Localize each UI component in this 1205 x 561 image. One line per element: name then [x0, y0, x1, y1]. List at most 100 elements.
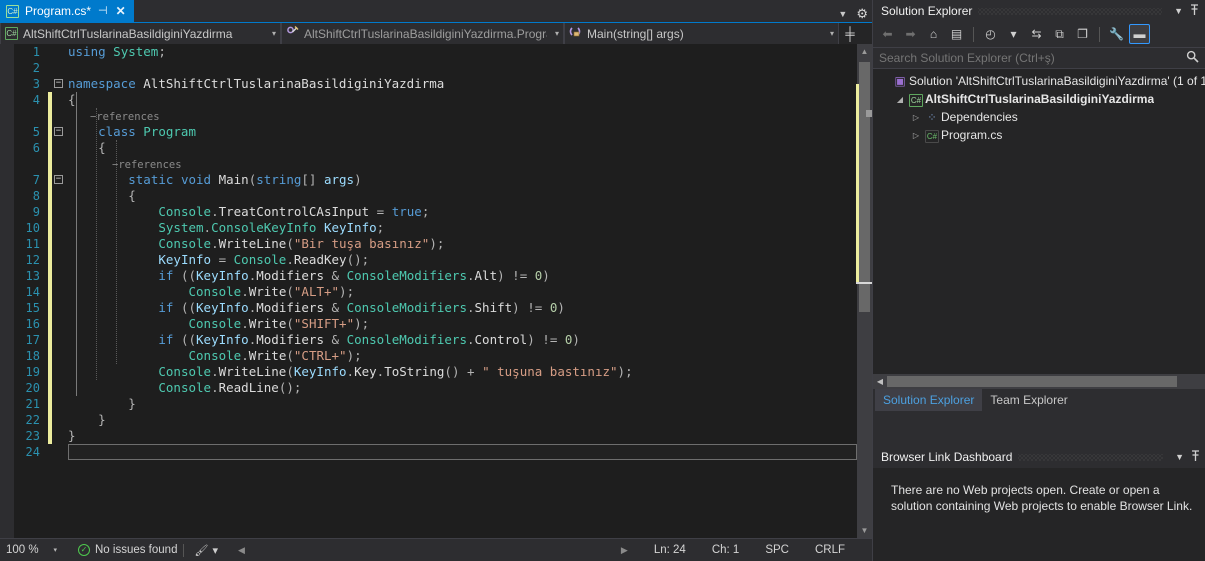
search-input[interactable]: [879, 51, 1186, 65]
scrollbar-thumb[interactable]: [856, 62, 872, 312]
brush-dropdown-icon[interactable]: ▾: [212, 544, 218, 557]
code-line[interactable]: 16 Console.Write("SHIFT+");: [0, 316, 857, 332]
glyph-margin[interactable]: [52, 332, 68, 348]
code-line[interactable]: 9 Console.TreatControlCAsInput = true;: [0, 204, 857, 220]
glyph-margin[interactable]: [52, 300, 68, 316]
chevron-down-icon[interactable]: ▾: [53, 546, 57, 554]
close-icon[interactable]: ✕: [115, 5, 127, 17]
nav-back-icon[interactable]: ◀: [238, 545, 245, 556]
tree-item-1[interactable]: ◢ C# AltShiftCtrlTuslarinaBasildiginiYazdi…: [873, 90, 1205, 108]
code-line[interactable]: 17 if ((KeyInfo.Modifiers & ConsoleModif…: [0, 332, 857, 348]
glyph-margin[interactable]: [52, 380, 68, 396]
fold-toggle-icon[interactable]: −: [54, 127, 63, 136]
codelens-row[interactable]: −references: [0, 108, 857, 124]
codelens-row[interactable]: −references: [0, 156, 857, 172]
glyph-margin[interactable]: [52, 316, 68, 332]
glyph-margin[interactable]: [52, 252, 68, 268]
code-text[interactable]: }: [68, 412, 857, 428]
code-editor[interactable]: 1 using System; 2 3− namespace AltShiftCtrlT…: [0, 44, 872, 538]
chevron-down-icon[interactable]: ▾: [552, 29, 559, 38]
code-line[interactable]: 22 }: [0, 412, 857, 428]
spaces-indicator[interactable]: SPC: [752, 544, 802, 556]
code-line[interactable]: 13 if ((KeyInfo.Modifiers & ConsoleModif…: [0, 268, 857, 284]
pin-icon[interactable]: [1189, 3, 1200, 19]
code-line[interactable]: 4{: [0, 92, 857, 108]
history-icon[interactable]: ◴: [980, 24, 1001, 44]
show-all-files-icon[interactable]: ❐: [1072, 24, 1093, 44]
forward-icon[interactable]: ➡: [900, 24, 921, 44]
twisty-icon[interactable]: ▷: [909, 131, 923, 140]
gear-icon[interactable]: ⚙: [856, 7, 868, 20]
code-text[interactable]: using System;: [68, 44, 857, 60]
pending-changes-icon[interactable]: ▤: [946, 24, 967, 44]
collapse-all-icon[interactable]: ⧉: [1049, 24, 1070, 44]
glyph-margin[interactable]: [52, 204, 68, 220]
codelens-text[interactable]: −references: [68, 156, 857, 172]
glyph-margin[interactable]: −: [52, 172, 68, 188]
code-text[interactable]: [68, 60, 857, 76]
tool-window-tabs[interactable]: Solution Explorer Team Explorer: [873, 389, 1205, 411]
chevron-down-icon[interactable]: ▼: [1168, 6, 1189, 16]
code-line[interactable]: 10 System.ConsoleKeyInfo KeyInfo;: [0, 220, 857, 236]
glyph-margin[interactable]: [52, 348, 68, 364]
editor-vertical-scrollbar[interactable]: ▲ ▼: [856, 44, 872, 538]
twisty-icon[interactable]: ▷: [909, 113, 923, 122]
chevron-down-icon[interactable]: ▾: [269, 29, 276, 38]
code-line[interactable]: 23}: [0, 428, 857, 444]
tree-item-2[interactable]: ▷ ⁘ Dependencies: [873, 108, 1205, 126]
solution-explorer-search[interactable]: [873, 47, 1205, 69]
pin-icon[interactable]: [1190, 449, 1201, 465]
code-text[interactable]: [68, 444, 857, 460]
glyph-margin[interactable]: [52, 60, 68, 76]
code-text[interactable]: {: [68, 140, 857, 156]
code-text[interactable]: }: [68, 428, 857, 444]
code-lines[interactable]: 1 using System; 2 3− namespace AltShiftCtrlT…: [0, 44, 857, 538]
twisty-icon[interactable]: ◢: [893, 95, 907, 104]
sync-icon[interactable]: ⇆: [1026, 24, 1047, 44]
glyph-margin[interactable]: [52, 268, 68, 284]
zoom-level-dropdown[interactable]: 100 % ▾: [0, 539, 62, 561]
code-text[interactable]: KeyInfo = Console.ReadKey();: [68, 252, 857, 268]
code-line[interactable]: 2: [0, 60, 857, 76]
back-icon[interactable]: ⬅: [877, 24, 898, 44]
home-icon[interactable]: ⌂: [923, 24, 944, 44]
chevron-down-icon[interactable]: ▼: [1169, 452, 1190, 462]
eol-indicator[interactable]: CRLF: [802, 544, 858, 556]
split-view-icon[interactable]: ╪: [839, 23, 861, 44]
code-text[interactable]: Console.ReadLine();: [68, 380, 857, 396]
code-text[interactable]: class Program: [68, 124, 857, 140]
glyph-margin[interactable]: [52, 284, 68, 300]
code-text[interactable]: {: [68, 92, 857, 108]
code-text[interactable]: Console.WriteLine("Bir tuşa basınız");: [68, 236, 857, 252]
glyph-margin[interactable]: [52, 236, 68, 252]
issues-status[interactable]: ✓ No issues found: [78, 544, 177, 556]
document-tab-program-cs[interactable]: C# Program.cs* ⊣ ✕: [0, 0, 134, 22]
code-text[interactable]: {: [68, 188, 857, 204]
solution-explorer-tree[interactable]: ▣ Solution 'AltShiftCtrlTuslarinaBasildig…: [873, 69, 1205, 389]
glyph-margin[interactable]: [52, 396, 68, 412]
code-text[interactable]: if ((KeyInfo.Modifiers & ConsoleModifier…: [68, 268, 857, 284]
glyph-margin[interactable]: [52, 444, 68, 460]
glyph-margin[interactable]: −: [52, 124, 68, 140]
code-line[interactable]: 24: [0, 444, 857, 460]
code-line[interactable]: 6 {: [0, 140, 857, 156]
code-text[interactable]: Console.TreatControlCAsInput = true;: [68, 204, 857, 220]
code-line[interactable]: 12 KeyInfo = Console.ReadKey();: [0, 252, 857, 268]
brush-icon[interactable]: 🖌: [194, 544, 208, 557]
hscrollbar-thumb[interactable]: [887, 376, 1177, 387]
glyph-margin[interactable]: [52, 412, 68, 428]
code-line[interactable]: 15 if ((KeyInfo.Modifiers & ConsoleModif…: [0, 300, 857, 316]
code-line[interactable]: 5 − class Program: [0, 124, 857, 140]
code-line[interactable]: 8 {: [0, 188, 857, 204]
tree-item-3[interactable]: ▷ C# Program.cs: [873, 126, 1205, 144]
code-text[interactable]: }: [68, 396, 857, 412]
code-line[interactable]: 1 using System;: [0, 44, 857, 60]
scroll-down-icon[interactable]: ▼: [857, 523, 872, 538]
tool-window-tab-1[interactable]: Team Explorer: [982, 389, 1075, 411]
solution-explorer-toolbar[interactable]: ⬅ ➡ ⌂ ▤ ◴ ▾ ⇆ ⧉ ❐ 🔧 ▬: [873, 22, 1205, 46]
code-text[interactable]: Console.Write("CTRL+");: [68, 348, 857, 364]
glyph-margin[interactable]: −: [52, 76, 68, 92]
fold-toggle-icon[interactable]: −: [54, 79, 63, 88]
code-text[interactable]: System.ConsoleKeyInfo KeyInfo;: [68, 220, 857, 236]
glyph-margin[interactable]: [52, 44, 68, 60]
